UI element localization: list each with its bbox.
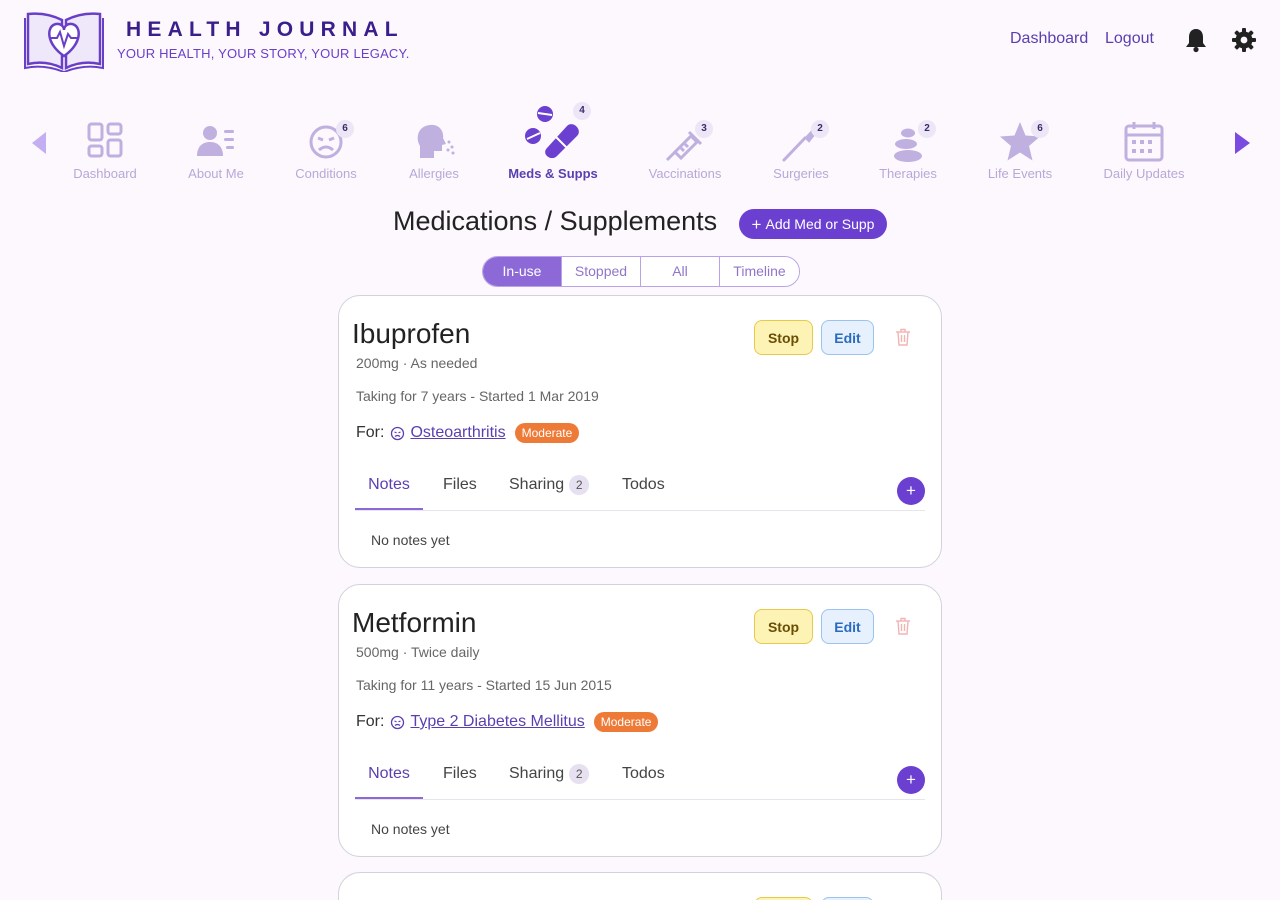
filter-timeline[interactable]: Timeline [720, 257, 799, 286]
condition-row: For: Type 2 Diabetes Mellitus Moderate [356, 712, 659, 732]
add-note-button[interactable]: + [897, 477, 925, 505]
med-card-partial [338, 872, 942, 900]
med-dose: 200mg · As needed [356, 355, 478, 371]
logout-link[interactable]: Logout [1105, 30, 1154, 48]
bell-icon[interactable] [1183, 27, 1209, 53]
for-label: For: [356, 713, 385, 730]
nav-next-arrow-icon[interactable] [1232, 131, 1252, 155]
nav-badge-conditions: 6 [336, 120, 354, 138]
trash-icon[interactable] [895, 328, 911, 346]
med-card: Metformin 500mg · Twice daily Taking for… [338, 584, 942, 857]
med-card: Ibuprofen 200mg · As needed Taking for 7… [338, 295, 942, 568]
filter-all[interactable]: All [641, 257, 720, 286]
filter-stopped[interactable]: Stopped [562, 257, 641, 286]
nav-item-surgeries[interactable]: 2 Surgeries [741, 98, 861, 188]
edit-button[interactable]: Edit [821, 609, 874, 644]
card-tabs: Notes Files Sharing 2 Todos [355, 761, 925, 800]
sick-face-icon [391, 715, 405, 729]
med-duration: Taking for 7 years - Started 1 Mar 2019 [356, 388, 599, 404]
profile-card-icon [194, 120, 238, 164]
nav-item-daily-updates[interactable]: Daily Updates [1084, 98, 1204, 188]
condition-link[interactable]: Osteoarthritis [410, 424, 505, 442]
med-name: Ibuprofen [352, 318, 471, 349]
plus-icon: + [751, 214, 762, 234]
nav-badge-therapies: 2 [918, 120, 936, 138]
brand-title: HEALTH JOURNAL [126, 18, 404, 41]
nav-badge-surgeries: 2 [811, 120, 829, 138]
heart-book-logo-icon [24, 12, 104, 72]
tab-todos[interactable]: Todos [622, 761, 665, 799]
dashboard-link[interactable]: Dashboard [1010, 30, 1088, 48]
nav-item-therapies[interactable]: 2 Therapies [848, 98, 968, 188]
nav-item-allergies[interactable]: Allergies [374, 98, 494, 188]
nav-item-dashboard[interactable]: Dashboard [45, 98, 165, 188]
nav-badge-vaccinations: 3 [695, 120, 713, 138]
sharing-count: 2 [569, 475, 590, 495]
condition-link[interactable]: Type 2 Diabetes Mellitus [410, 713, 584, 731]
app-header: HEALTH JOURNAL YOUR HEALTH, YOUR STORY, … [0, 0, 1280, 80]
sneeze-head-icon [412, 120, 456, 164]
filter-tabs: In-use Stopped All Timeline [482, 256, 800, 287]
card-tabs: Notes Files Sharing 2 Todos [355, 472, 925, 511]
stop-button[interactable]: Stop [754, 609, 813, 644]
add-note-button[interactable]: + [897, 766, 925, 794]
empty-notes-text: No notes yet [371, 821, 450, 837]
tab-files[interactable]: Files [443, 761, 477, 799]
tab-todos[interactable]: Todos [622, 472, 665, 510]
filter-in-use[interactable]: In-use [483, 257, 562, 286]
med-dose: 500mg · Twice daily [356, 644, 480, 660]
nav-badge-life-events: 6 [1031, 120, 1049, 138]
condition-row: For: Osteoarthritis Moderate [356, 423, 580, 443]
severity-badge: Moderate [593, 712, 659, 732]
med-name: Metformin [352, 607, 477, 638]
page-title: Medications / Supplements [393, 206, 718, 236]
nav-item-vaccinations[interactable]: 3 Vaccinations [625, 98, 745, 188]
sharing-count: 2 [569, 764, 590, 784]
stop-button[interactable]: Stop [754, 320, 813, 355]
gear-icon[interactable] [1231, 27, 1257, 53]
brand-tagline: YOUR HEALTH, YOUR STORY, YOUR LEGACY. [117, 46, 410, 61]
med-duration: Taking for 11 years - Started 15 Jun 201… [356, 677, 612, 693]
dashboard-grid-icon [83, 120, 127, 164]
edit-button[interactable]: Edit [821, 320, 874, 355]
nav-item-life-events[interactable]: 6 Life Events [960, 98, 1080, 188]
tab-notes[interactable]: Notes [355, 472, 423, 510]
empty-notes-text: No notes yet [371, 532, 450, 548]
nav-item-about-me[interactable]: About Me [156, 98, 276, 188]
tab-sharing[interactable]: Sharing 2 [509, 472, 590, 510]
sick-face-icon [391, 426, 405, 440]
nav-item-conditions[interactable]: 6 Conditions [266, 98, 386, 188]
trash-icon[interactable] [895, 617, 911, 635]
calendar-icon [1122, 120, 1166, 164]
nav-item-meds-supps[interactable]: 4 Meds & Supps [493, 98, 613, 188]
tab-notes[interactable]: Notes [355, 761, 423, 799]
tab-files[interactable]: Files [443, 472, 477, 510]
nav-badge-meds: 4 [573, 102, 591, 120]
section-nav: Dashboard About Me 6 Conditions Allergie… [0, 98, 1280, 188]
tab-sharing[interactable]: Sharing 2 [509, 761, 590, 799]
add-med-button[interactable]: + Add Med or Supp [739, 209, 887, 239]
severity-badge: Moderate [514, 423, 580, 443]
for-label: For: [356, 424, 385, 441]
